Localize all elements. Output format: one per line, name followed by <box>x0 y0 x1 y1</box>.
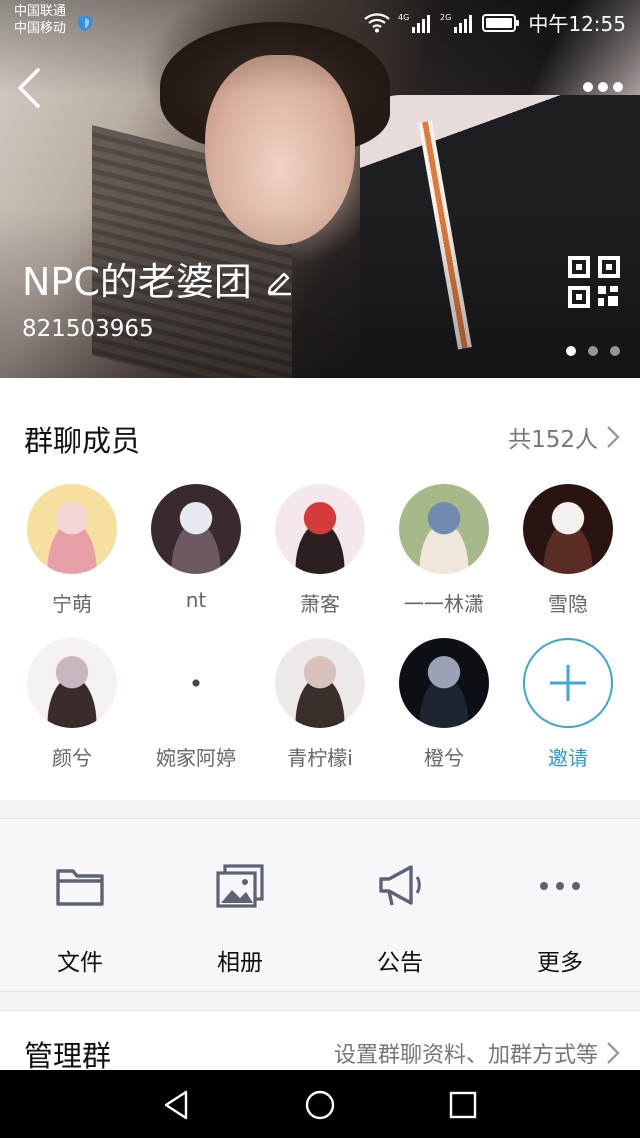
avatar <box>151 484 241 574</box>
member-item[interactable]: 宁萌 <box>10 484 134 617</box>
member-name: 雪隐 <box>548 592 588 616</box>
status-bar: 中国联通 中国移动 4G 2G 中午12:55 <box>0 0 640 42</box>
invite-avatar <box>523 638 613 728</box>
avatar <box>275 638 365 728</box>
members-section: 群聊成员 共152人 宁萌 nt 萧客 一一林潇 雪隐颜兮 婉家阿婷 青柠檬i 橙兮 邀请 <box>0 378 640 800</box>
page-dot <box>610 346 620 356</box>
plus-icon <box>550 665 586 701</box>
chevron-right-icon <box>607 1042 620 1064</box>
avatar <box>399 484 489 574</box>
album-icon <box>216 864 264 908</box>
member-item[interactable]: 萧客 <box>258 484 382 617</box>
invite-button[interactable]: 邀请 <box>506 638 630 771</box>
page-dot <box>566 346 576 356</box>
clock: 中午12:55 <box>528 12 626 36</box>
member-item[interactable]: 一一林潇 <box>382 484 506 617</box>
member-name: 青柠檬i <box>287 746 353 770</box>
more-action[interactable]: 更多 <box>480 819 640 993</box>
member-item[interactable]: nt <box>134 484 258 612</box>
folder-icon <box>56 869 104 906</box>
carrier-info: 中国联通 中国移动 <box>14 4 67 36</box>
member-name: 婉家阿婷 <box>156 746 236 770</box>
avatar <box>523 484 613 574</box>
qr-code-icon[interactable] <box>568 256 620 308</box>
svg-text:2G: 2G <box>440 13 451 22</box>
manage-group-desc: 设置群聊资料、加群方式等 <box>333 1043 598 1068</box>
avatar <box>399 638 489 728</box>
member-name: 颜兮 <box>52 746 92 770</box>
members-title: 群聊成员 <box>24 424 141 458</box>
announcement-icon <box>379 865 421 906</box>
wifi-icon <box>364 12 391 32</box>
member-item[interactable]: 婉家阿婷 <box>134 638 258 771</box>
files-action[interactable]: 文件 <box>0 819 160 993</box>
avatar <box>27 638 117 728</box>
group-name-row[interactable]: NPC的老婆团 <box>22 258 294 306</box>
member-name: 萧客 <box>300 592 340 616</box>
member-name: 一一林潇 <box>404 592 484 616</box>
member-name: nt <box>185 588 207 612</box>
cover-page-indicator <box>566 346 620 356</box>
back-button[interactable] <box>14 66 44 110</box>
quick-actions: 文件 相册 公告 更多 <box>0 818 640 992</box>
avatar <box>27 484 117 574</box>
manage-group-title: 管理群 <box>24 1039 112 1073</box>
page-dot <box>588 346 598 356</box>
avatar <box>275 484 365 574</box>
avatar <box>151 638 241 728</box>
member-item[interactable]: 青柠檬i <box>258 638 382 771</box>
group-name: NPC的老婆团 <box>22 260 252 304</box>
member-item[interactable]: 橙兮 <box>382 638 506 771</box>
edit-pencil-icon[interactable] <box>266 268 294 296</box>
chevron-right-icon <box>607 426 620 448</box>
member-name: 橙兮 <box>424 746 464 770</box>
member-name: 宁萌 <box>52 592 92 616</box>
more-icon <box>540 882 580 890</box>
nav-home-icon[interactable] <box>303 1088 337 1122</box>
svg-text:4G: 4G <box>398 13 409 22</box>
members-count-link[interactable]: 共152人 <box>508 420 620 454</box>
security-shield-icon <box>78 15 92 31</box>
announcement-action[interactable]: 公告 <box>320 819 480 993</box>
nav-recents-icon[interactable] <box>446 1088 480 1122</box>
invite-label: 邀请 <box>548 746 588 770</box>
nav-back-icon[interactable] <box>160 1088 194 1122</box>
member-item[interactable]: 颜兮 <box>10 638 134 771</box>
system-nav-bar <box>0 1070 640 1138</box>
signal-2g-icon: 2G <box>440 13 473 33</box>
member-item[interactable]: 雪隐 <box>506 484 630 617</box>
more-options-icon[interactable] <box>582 78 624 96</box>
album-action[interactable]: 相册 <box>160 819 320 993</box>
signal-4g-icon: 4G <box>398 13 431 33</box>
group-id: 821503965 <box>22 316 154 342</box>
battery-icon <box>482 13 520 32</box>
